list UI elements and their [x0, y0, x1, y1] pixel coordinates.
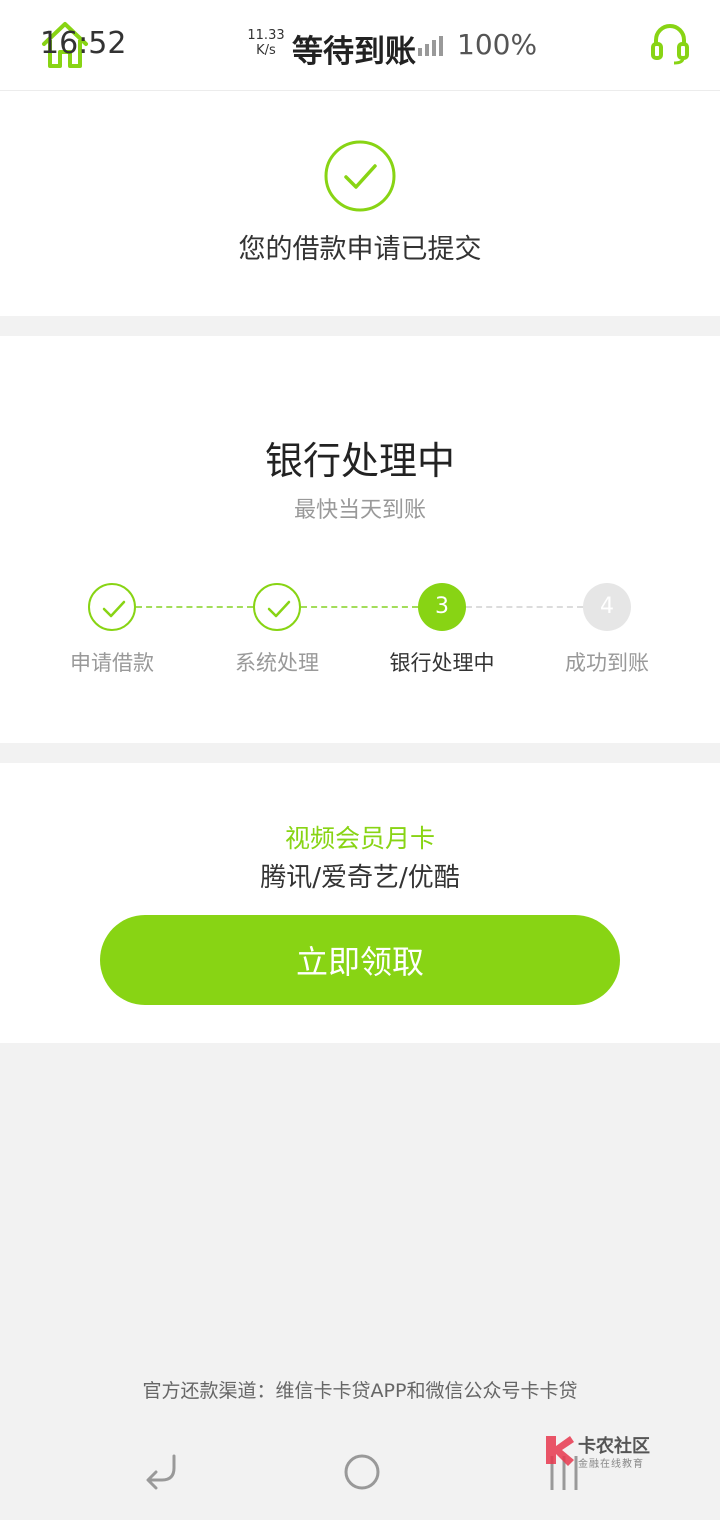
watermark: 卡农社区 金融在线教育: [540, 1432, 670, 1472]
network-speed-unit: K/s: [256, 43, 276, 58]
nav-home-icon[interactable]: [342, 1452, 382, 1492]
progress-panel: 银行处理中 最快当天到账 3 4 申请借款 系统处理 银行处理中 成功到账: [0, 336, 720, 743]
step-3-label: 银行处理中: [389, 651, 495, 675]
claim-now-button[interactable]: 立即领取: [100, 915, 620, 1005]
progress-subtitle: 最快当天到账: [293, 498, 426, 523]
network-speed: 11.33 K/s: [243, 28, 289, 58]
watermark-subtitle: 金融在线教育: [578, 1459, 644, 1470]
promo-title: 视频会员月卡: [284, 824, 435, 853]
battery-level: 100%: [457, 28, 538, 61]
step-2-label: 系统处理: [235, 651, 319, 675]
submit-status-panel: 您的借款申请已提交: [0, 91, 720, 316]
check-icon: [267, 600, 291, 618]
step-2-indicator: [253, 583, 301, 631]
step-connector: [466, 606, 583, 608]
page-title: 等待到账: [292, 34, 416, 70]
submit-message: 您的借款申请已提交: [238, 234, 482, 265]
customer-service-button[interactable]: [650, 22, 690, 66]
promo-description: 腾讯/爱奇艺/优酷: [260, 863, 460, 893]
step-connector: [301, 606, 418, 608]
promo-panel: 视频会员月卡 腾讯/爱奇艺/优酷 立即领取: [0, 763, 720, 1043]
progress-title: 银行处理中: [264, 439, 455, 483]
step-1-label: 申请借款: [70, 651, 154, 675]
check-icon: [102, 600, 126, 618]
headset-icon: [651, 24, 689, 65]
step-3-indicator: 3: [418, 583, 466, 631]
status-time: 16:52: [40, 26, 127, 61]
repayment-channel-note: 官方还款渠道：维信卡卡贷APP和微信公众号卡卡贷: [142, 1380, 578, 1402]
step-4-label: 成功到账: [565, 651, 649, 675]
step-1-indicator: [88, 583, 136, 631]
step-4-indicator: 4: [583, 583, 631, 631]
step-connector: [136, 606, 253, 608]
signal-icon: [418, 36, 443, 56]
kanong-logo-icon: [546, 1436, 574, 1466]
network-speed-value: 11.33: [247, 28, 285, 43]
step-3-number: 3: [435, 594, 449, 619]
header: 16:52 11.33 K/s 等待到账 100%: [0, 0, 720, 91]
back-icon[interactable]: [140, 1450, 180, 1490]
success-check-icon: [324, 140, 396, 212]
step-4-number: 4: [600, 594, 614, 619]
